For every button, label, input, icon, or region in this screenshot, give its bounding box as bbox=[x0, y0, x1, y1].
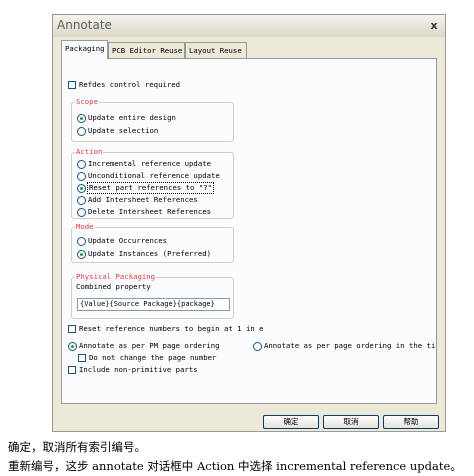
title-bar: Annotate x bbox=[53, 15, 445, 37]
action-unconditional-label: Unconditional reference update bbox=[88, 171, 220, 180]
do-not-change-checkbox[interactable] bbox=[78, 354, 86, 362]
reset-numbers-checkbox[interactable] bbox=[68, 325, 76, 333]
action-reset-label: Reset part references to "?" bbox=[87, 182, 215, 194]
action-delete-intersheet-label: Delete Intersheet References bbox=[88, 207, 212, 216]
physical-packaging-legend: Physical Packaging bbox=[75, 272, 157, 282]
annotate-per-pm-radio[interactable] bbox=[68, 342, 77, 351]
help-button[interactable]: 帮助 bbox=[383, 415, 439, 429]
dialog-title: Annotate bbox=[57, 18, 112, 32]
mode-occurrences-label: Update Occurrences bbox=[88, 236, 168, 245]
refdes-control-label: Refdes control required bbox=[79, 80, 181, 89]
mode-instances-radio[interactable] bbox=[77, 250, 86, 259]
do-not-change-label: Do not change the page number bbox=[89, 353, 217, 362]
action-group: Action Incremental reference update Unco… bbox=[71, 147, 234, 219]
refdes-control-checkbox[interactable] bbox=[68, 81, 76, 89]
mode-legend: Mode bbox=[75, 222, 95, 232]
scope-group: Scope Update entire design Update select… bbox=[71, 97, 234, 142]
physical-packaging-group: Physical Packaging Combined property {Va… bbox=[71, 272, 234, 319]
tab-packaging[interactable]: Packaging bbox=[61, 40, 108, 59]
mode-group: Mode Update Occurrences Update Instances… bbox=[71, 222, 234, 263]
include-non-primitive-checkbox[interactable] bbox=[68, 366, 76, 374]
mode-instances-label: Update Instances (Preferred) bbox=[88, 249, 212, 258]
action-reset-radio[interactable] bbox=[77, 184, 86, 193]
mode-occurrences-radio[interactable] bbox=[77, 237, 86, 246]
scope-legend: Scope bbox=[75, 97, 99, 107]
scope-selection-label: Update selection bbox=[88, 126, 159, 135]
combined-property-label: Combined property bbox=[76, 282, 151, 291]
tab-pcb-editor-reuse[interactable]: PCB Editor Reuse bbox=[108, 42, 185, 58]
annotate-per-pm-label: Annotate as per PM page ordering bbox=[79, 341, 220, 350]
action-unconditional-radio[interactable] bbox=[77, 172, 86, 181]
action-legend: Action bbox=[75, 147, 104, 157]
caption-line-1: 确定，取消所有索引编号。 bbox=[8, 440, 146, 454]
cancel-button[interactable]: 取消 bbox=[323, 415, 379, 429]
scope-selection-radio[interactable] bbox=[77, 127, 86, 136]
action-incremental-radio[interactable] bbox=[77, 160, 86, 169]
include-non-primitive-label: Include non-primitive parts bbox=[79, 365, 198, 374]
annotate-dialog: Annotate x Packaging PCB Editor Reuse La… bbox=[52, 14, 446, 432]
tab-layout-reuse[interactable]: Layout Reuse bbox=[185, 42, 247, 58]
action-add-intersheet-label: Add Intersheet References bbox=[88, 195, 198, 204]
action-incremental-label: Incremental reference update bbox=[88, 159, 212, 168]
ok-button[interactable]: 确定 bbox=[263, 415, 319, 429]
packaging-panel: Refdes control required Scope Update ent… bbox=[61, 58, 437, 404]
close-icon[interactable]: x bbox=[427, 19, 441, 33]
annotate-per-page-label: Annotate as per page ordering in the ti bbox=[264, 341, 436, 350]
scope-entire-design-radio[interactable] bbox=[77, 114, 86, 123]
caption-line-2: 重新编号，这步 annotate 对话框中 Action 中选择 increme… bbox=[8, 459, 462, 473]
action-add-intersheet-radio[interactable] bbox=[77, 196, 86, 205]
scope-entire-design-label: Update entire design bbox=[88, 113, 176, 122]
action-delete-intersheet-radio[interactable] bbox=[77, 208, 86, 217]
annotate-per-page-radio[interactable] bbox=[253, 342, 262, 351]
reset-numbers-label: Reset reference numbers to begin at 1 in… bbox=[79, 324, 264, 333]
combined-property-input[interactable]: {Value}{Source Package}{package} bbox=[77, 298, 230, 311]
